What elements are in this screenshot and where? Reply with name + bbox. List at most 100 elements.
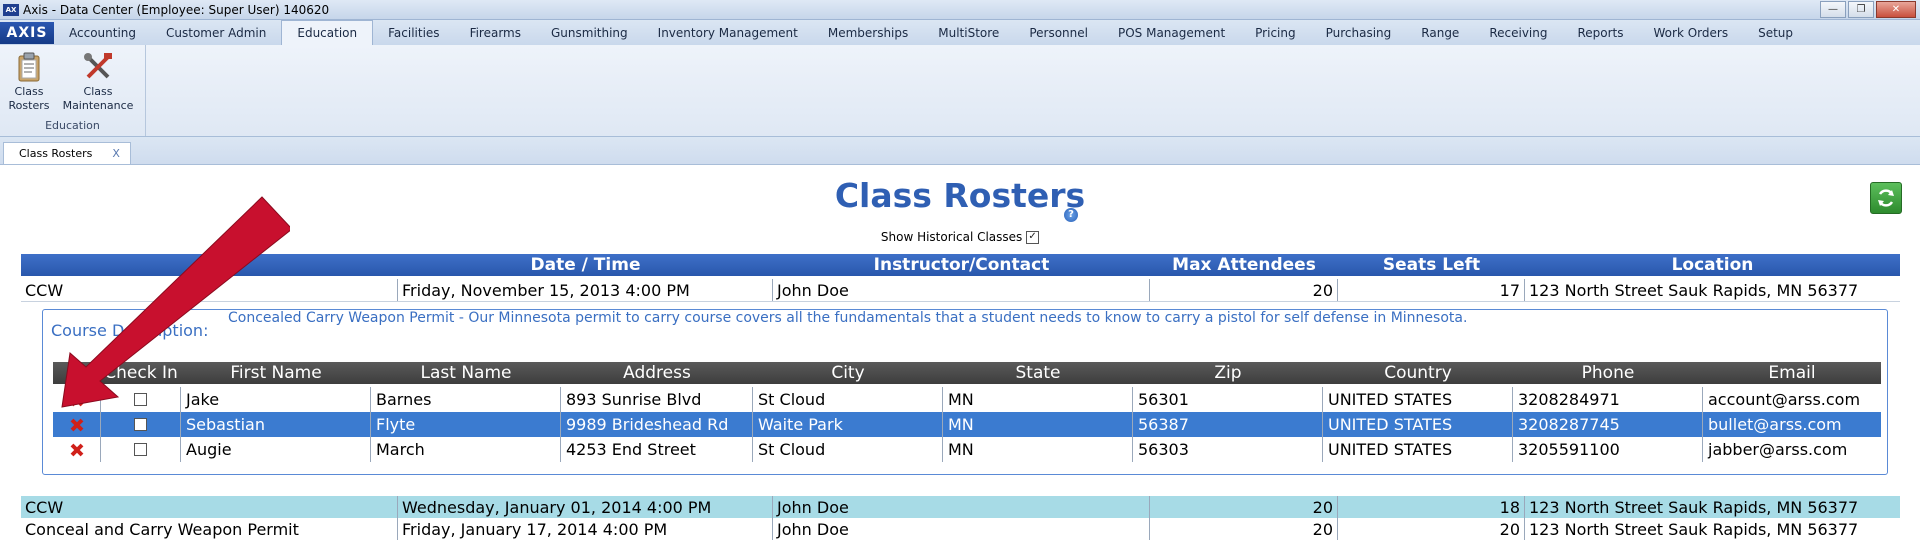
city: St Cloud [753,437,943,462]
col-country[interactable]: Country [1323,362,1513,384]
col-seats-left[interactable]: Seats Left [1338,254,1525,276]
delete-cell [53,412,101,437]
doc-tab-close-icon[interactable]: X [112,147,120,160]
tab-pricing[interactable]: Pricing [1240,22,1310,45]
class-maintenance-label-1: Class [83,85,113,98]
country: UNITED STATES [1323,412,1513,437]
menu-bar: AXIS Accounting Customer Admin Education… [0,20,1920,45]
tab-work-orders[interactable]: Work Orders [1639,22,1744,45]
email: jabber@arss.com [1708,440,1848,459]
close-window-button[interactable]: ✕ [1876,1,1916,18]
class-rosters-label-1: Class [14,85,44,98]
first-name: Augie [181,437,371,462]
class-max: 20 [1150,518,1338,540]
city: Waite Park [753,412,943,437]
col-email[interactable]: Email [1703,362,1881,384]
zip: 56387 [1133,412,1323,437]
address: 4253 End Street [561,437,753,462]
class-row[interactable]: CCW Wednesday, January 01, 2014 4:00 PM … [21,496,1900,518]
ribbon-group-education: Class Rosters Class Maintenance Educatio… [0,45,146,136]
tab-education[interactable]: Education [281,20,374,45]
col-state[interactable]: State [943,362,1133,384]
refresh-button[interactable] [1870,182,1902,214]
class-rosters-label-2: Rosters [8,99,50,112]
tab-pos-management[interactable]: POS Management [1103,22,1240,45]
class-date: Friday, January 17, 2014 4:00 PM [398,518,773,540]
delete-icon[interactable] [69,442,85,458]
tab-range[interactable]: Range [1406,22,1474,45]
email: account@arss.com [1708,390,1861,409]
class-location: 123 North Street Sauk Rapids, MN 56377 [1529,497,1859,517]
col-city[interactable]: City [753,362,943,384]
classes-header: Date / Time Instructor/Contact Max Atten… [21,254,1900,276]
class-row[interactable]: Conceal and Carry Weapon Permit Friday, … [21,518,1900,540]
class-row[interactable]: CCW Friday, November 15, 2013 4:00 PM Jo… [21,279,1900,302]
help-icon[interactable]: ? [1064,208,1078,222]
class-max: 20 [1150,279,1338,301]
col-instructor[interactable]: Instructor/Contact [773,254,1150,276]
roster-row[interactable]: Augie March 4253 End Street St Cloud MN … [53,437,1881,462]
country: UNITED STATES [1323,437,1513,462]
tab-facilities[interactable]: Facilities [373,22,454,45]
ribbon-group-label: Education [45,119,100,132]
window-titlebar: AX Axis - Data Center (Employee: Super U… [0,0,1920,20]
first-name: Sebastian [181,412,371,437]
address: 9989 Brideshead Rd [561,412,753,437]
roster-row[interactable]: Jake Barnes 893 Sunrise Blvd St Cloud MN… [53,387,1881,412]
doc-tab-label: Class Rosters [19,147,93,160]
check-in-cell [101,437,181,462]
last-name: March [371,437,561,462]
delete-icon[interactable] [69,417,85,433]
doc-tab-class-rosters[interactable]: Class Rosters X [3,142,131,164]
tab-personnel[interactable]: Personnel [1014,22,1103,45]
axis-logo[interactable]: AXIS [0,22,54,44]
col-address[interactable]: Address [561,362,753,384]
class-instructor: John Doe [773,279,1150,301]
clipboard-icon [13,51,45,83]
class-seats: 20 [1338,518,1525,540]
tab-receiving[interactable]: Receiving [1474,22,1562,45]
class-instructor: John Doe [773,496,1150,518]
refresh-icon [1878,189,1894,207]
class-maintenance-label-2: Maintenance [62,99,134,112]
tab-gunsmithing[interactable]: Gunsmithing [536,22,643,45]
tab-inventory-management[interactable]: Inventory Management [643,22,813,45]
col-max-attendees[interactable]: Max Attendees [1150,254,1338,276]
class-detail-panel: Course Description: Concealed Carry Weap… [42,309,1888,475]
tab-customer-admin[interactable]: Customer Admin [151,22,281,45]
tab-reports[interactable]: Reports [1562,22,1638,45]
tab-setup[interactable]: Setup [1743,22,1808,45]
roster-row-selected[interactable]: Sebastian Flyte 9989 Brideshead Rd Waite… [53,412,1881,437]
class-name: Conceal and Carry Weapon Permit [21,518,398,540]
tab-purchasing[interactable]: Purchasing [1311,22,1407,45]
address: 893 Sunrise Blvd [561,387,753,412]
check-in-checkbox[interactable] [134,443,147,456]
col-zip[interactable]: Zip [1133,362,1323,384]
class-maintenance-button[interactable]: Class Maintenance [62,51,134,113]
last-name: Flyte [371,412,561,437]
minimize-button[interactable]: — [1820,1,1846,18]
col-location[interactable]: Location [1525,254,1900,276]
tab-memberships[interactable]: Memberships [813,22,923,45]
state: MN [943,437,1133,462]
class-date: Friday, November 15, 2013 4:00 PM [398,279,773,301]
tab-accounting[interactable]: Accounting [54,22,151,45]
state: MN [943,387,1133,412]
class-date: Wednesday, January 01, 2014 4:00 PM [398,496,773,518]
country: UNITED STATES [1323,387,1513,412]
roster-header: Check In First Name Last Name Address Ci… [53,362,1881,384]
class-rosters-button[interactable]: Class Rosters [8,51,50,113]
show-historical-checkbox[interactable]: ✓ [1026,231,1040,244]
show-historical-label: Show Historical Classes [880,230,1023,244]
col-phone[interactable]: Phone [1513,362,1703,384]
tab-multistore[interactable]: MultiStore [923,22,1014,45]
col-date-time[interactable]: Date / Time [398,254,773,276]
tab-firearms[interactable]: Firearms [455,22,536,45]
check-in-checkbox[interactable] [134,418,147,431]
zip: 56303 [1133,437,1323,462]
class-name: CCW [21,496,398,518]
col-last-name[interactable]: Last Name [371,362,561,384]
state: MN [943,412,1133,437]
annotation-arrow [61,196,290,408]
maximize-button[interactable]: ❐ [1848,1,1874,18]
